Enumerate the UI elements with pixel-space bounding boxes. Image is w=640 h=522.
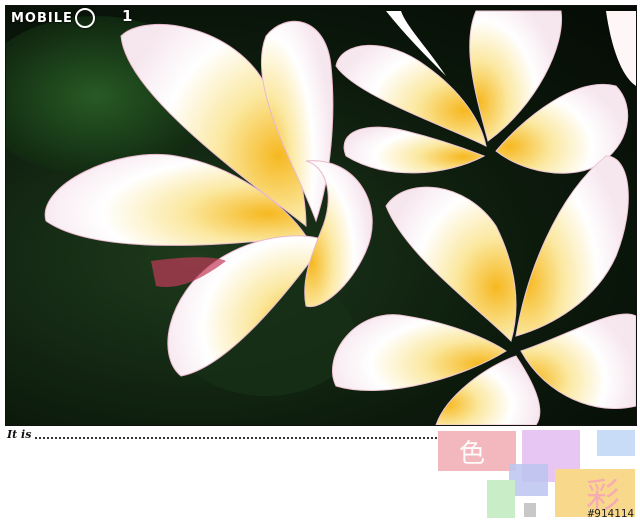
flower-photo: MOBILE 1 (5, 5, 637, 426)
plumeria-flowers-illustration (6, 10, 636, 425)
swatch-gray (524, 503, 536, 517)
decor-glyph-color: 色 (459, 439, 486, 469)
photo-id: #914114 (587, 507, 634, 520)
caption-label: It is (7, 427, 32, 441)
logo-ring-icon (74, 8, 95, 28)
logo-suffix: 1 (122, 7, 133, 25)
site-logo: MOBILE (11, 8, 95, 28)
swatch-light-blue (597, 430, 635, 456)
logo-text: MOBILE (11, 10, 73, 26)
caption-line: It is (7, 426, 437, 442)
caption-dotted-rule (35, 429, 437, 439)
swatch-green (487, 480, 515, 518)
